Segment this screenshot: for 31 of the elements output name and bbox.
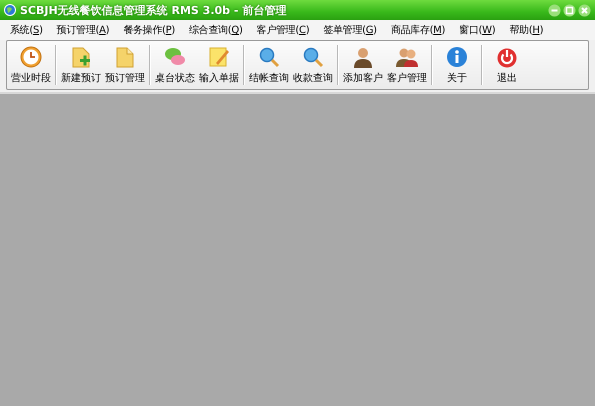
clock-icon bbox=[19, 45, 43, 69]
toolbar-button[interactable]: 输入单据 bbox=[197, 41, 241, 89]
menu-item[interactable]: 预订管理(A) bbox=[52, 23, 114, 37]
menu-item[interactable]: 餐务操作(P) bbox=[119, 23, 179, 37]
toolbar-button[interactable]: 关于 bbox=[435, 41, 479, 89]
person-icon bbox=[351, 45, 375, 69]
toolbar-button[interactable]: 添加客户 bbox=[341, 41, 385, 89]
toolbar-button[interactable]: 收款查询 bbox=[291, 41, 335, 89]
globe-icon bbox=[4, 4, 16, 16]
info-icon bbox=[445, 45, 469, 69]
note-pencil-icon bbox=[207, 45, 231, 69]
menu-item[interactable]: 商品库存(M) bbox=[386, 23, 450, 37]
menu-item[interactable]: 系统(S) bbox=[6, 23, 47, 37]
window-title: SCBJH无线餐饮信息管理系统 RMS 3.0b - 前台管理 bbox=[20, 2, 286, 18]
search-icon bbox=[301, 45, 325, 69]
search-icon bbox=[257, 45, 281, 69]
toolbar-button[interactable]: 桌台状态 bbox=[153, 41, 197, 89]
toolbar-button[interactable]: 客户管理 bbox=[385, 41, 429, 89]
toolbar-button[interactable]: 营业时段 bbox=[9, 41, 53, 89]
menu-item[interactable]: 帮助(H) bbox=[505, 23, 548, 37]
menu-item[interactable]: 窗口(W) bbox=[455, 23, 500, 37]
minimize-button[interactable] bbox=[548, 4, 561, 16]
menu-item[interactable]: 客户管理(C) bbox=[252, 23, 314, 37]
toolbar-button[interactable]: 预订管理 bbox=[103, 41, 147, 89]
close-button[interactable] bbox=[578, 4, 591, 16]
maximize-button[interactable] bbox=[563, 4, 576, 16]
menu-item[interactable]: 综合查询(Q) bbox=[185, 23, 247, 37]
toolbar-button[interactable]: 结帐查询 bbox=[247, 41, 291, 89]
menu-item[interactable]: 签单管理(G) bbox=[319, 23, 381, 37]
toolbar-button[interactable]: 退出 bbox=[485, 41, 529, 89]
toolbar-button[interactable]: 新建预订 bbox=[59, 41, 103, 89]
